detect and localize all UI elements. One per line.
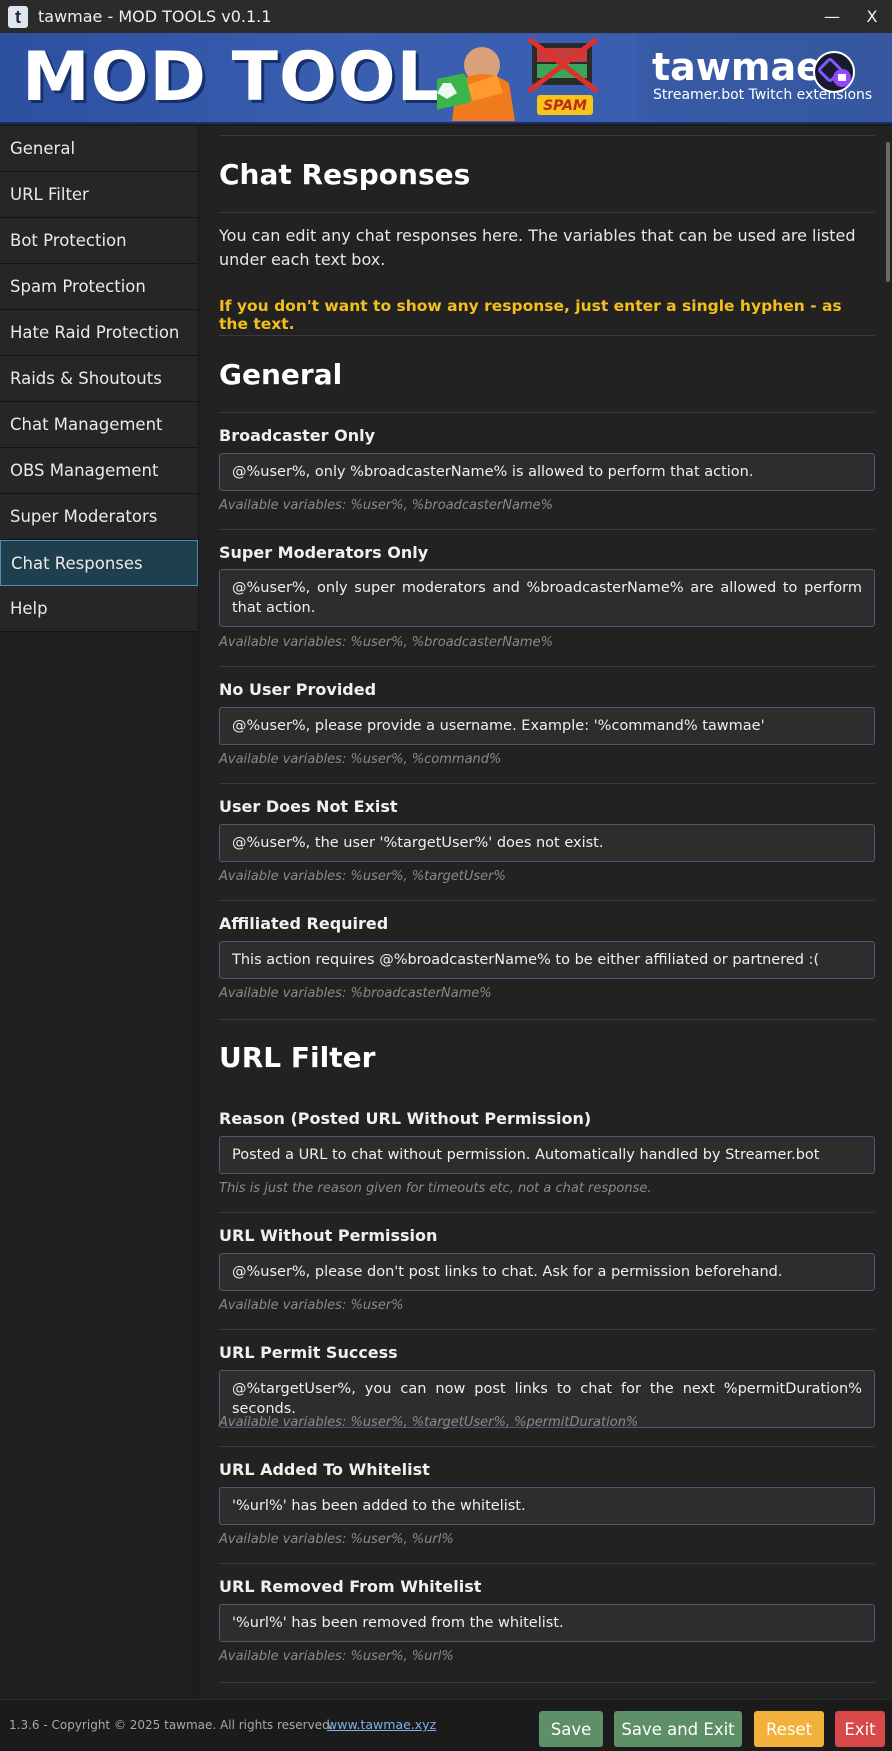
divider (219, 1446, 875, 1447)
close-button[interactable]: X (852, 0, 892, 33)
divider (219, 783, 875, 784)
response-input-url-removed-from-whitelist[interactable]: '%url%' has been removed from the whitel… (219, 1604, 875, 1642)
divider (219, 666, 875, 667)
response-input-url-reason[interactable]: Posted a URL to chat without permission.… (219, 1136, 875, 1174)
sidebar-item-url-filter[interactable]: URL Filter (0, 172, 198, 218)
field-hint: This is just the reason given for timeou… (219, 1181, 652, 1196)
field-hint: Available variables: %user%, %broadcaste… (219, 635, 553, 650)
field-label: User Does Not Exist (219, 797, 398, 816)
app-icon: t (8, 5, 28, 28)
divider (219, 900, 875, 901)
field-label: Reason (Posted URL Without Permission) (219, 1109, 592, 1128)
header-banner: MOD TOOLS SPAM tawmae Streamer.bot Twitc… (0, 33, 892, 124)
copyright-text: 1.3.6 - Copyright © 2025 tawmae. All rig… (9, 1718, 334, 1732)
window-title: tawmae - MOD TOOLS v0.1.1 (38, 7, 272, 26)
sidebar-nav: General URL Filter Bot Protection Spam P… (0, 126, 199, 1699)
sidebar-item-chat-responses[interactable]: Chat Responses (0, 540, 198, 586)
brand-name: tawmae (652, 45, 822, 89)
field-hint: Available variables: %user% (219, 1298, 404, 1313)
scrollbar[interactable] (886, 142, 890, 282)
divider (219, 212, 875, 213)
response-input-no-user-provided[interactable]: @%user%, please provide a username. Exam… (219, 707, 875, 745)
sidebar-item-obs-management[interactable]: OBS Management (0, 448, 198, 494)
field-hint: Available variables: %user%, %targetUser… (219, 869, 506, 884)
footer-bar: 1.3.6 - Copyright © 2025 tawmae. All rig… (0, 1699, 892, 1751)
content-panel: Chat Responses You can edit any chat res… (199, 126, 892, 1699)
reset-button[interactable]: Reset (754, 1711, 824, 1747)
response-input-url-added-to-whitelist[interactable]: '%url%' has been added to the whitelist. (219, 1487, 875, 1525)
field-label: Affiliated Required (219, 914, 389, 933)
banner-title: MOD TOOLS (22, 38, 491, 117)
field-hint: Available variables: %user%, %broadcaste… (219, 498, 553, 513)
section-heading-general: General (219, 358, 343, 391)
banner-art-caption: SPAM (543, 98, 587, 114)
divider (219, 1682, 875, 1683)
meme-image-icon: SPAM (437, 35, 637, 121)
response-input-super-moderators-only[interactable]: @%user%, only super moderators and %broa… (219, 569, 875, 627)
field-label: URL Added To Whitelist (219, 1460, 430, 1479)
page-title: Chat Responses (219, 158, 471, 191)
divider (219, 1019, 875, 1020)
response-input-affiliated-required[interactable]: This action requires @%broadcasterName% … (219, 941, 875, 979)
field-label: URL Removed From Whitelist (219, 1577, 482, 1596)
field-hint: Available variables: %user%, %url% (219, 1649, 454, 1664)
response-input-broadcaster-only[interactable]: @%user%, only %broadcasterName% is allow… (219, 453, 875, 491)
title-bar: t tawmae - MOD TOOLS v0.1.1 — X (0, 0, 892, 33)
app-window: t tawmae - MOD TOOLS v0.1.1 — X MOD TOOL… (0, 0, 892, 1751)
minimize-button[interactable]: — (812, 0, 852, 33)
website-link[interactable]: www.tawmae.xyz (327, 1717, 436, 1732)
divider (219, 1212, 875, 1213)
window-controls: — X (812, 0, 892, 33)
field-hint: Available variables: %user%, %targetUser… (219, 1415, 639, 1430)
sidebar-item-general[interactable]: General (0, 126, 198, 172)
sidebar-item-chat-management[interactable]: Chat Management (0, 402, 198, 448)
divider (219, 335, 875, 336)
field-label: URL Without Permission (219, 1226, 438, 1245)
sidebar-item-bot-protection[interactable]: Bot Protection (0, 218, 198, 264)
divider (219, 135, 875, 136)
field-hint: Available variables: %broadcasterName% (219, 986, 492, 1001)
divider (219, 1329, 875, 1330)
response-input-user-does-not-exist[interactable]: @%user%, the user '%targetUser%' does no… (219, 824, 875, 862)
sidebar-item-spam-protection[interactable]: Spam Protection (0, 264, 198, 310)
field-hint: Available variables: %user%, %command% (219, 752, 502, 767)
save-and-exit-button[interactable]: Save and Exit (614, 1711, 742, 1747)
field-label: Broadcaster Only (219, 426, 375, 445)
divider (219, 1563, 875, 1564)
sidebar-item-help[interactable]: Help (0, 586, 198, 632)
page-warning: If you don't want to show any response, … (219, 297, 842, 333)
field-hint: Available variables: %user%, %url% (219, 1532, 454, 1547)
sidebar-item-raids-shoutouts[interactable]: Raids & Shoutouts (0, 356, 198, 402)
field-label: URL Permit Success (219, 1343, 398, 1362)
field-label: Super Moderators Only (219, 543, 429, 562)
sidebar-item-hate-raid-protection[interactable]: Hate Raid Protection (0, 310, 198, 356)
divider (219, 529, 875, 530)
save-button[interactable]: Save (539, 1711, 603, 1747)
response-input-url-without-permission[interactable]: @%user%, please don't post links to chat… (219, 1253, 875, 1291)
section-heading-url-filter: URL Filter (219, 1041, 376, 1074)
divider (219, 412, 875, 413)
page-intro: You can edit any chat responses here. Th… (219, 226, 856, 269)
exit-button[interactable]: Exit (835, 1711, 885, 1747)
field-label: No User Provided (219, 680, 377, 699)
sidebar-item-super-moderators[interactable]: Super Moderators (0, 494, 198, 540)
tawmae-twitch-logo-icon (813, 51, 855, 93)
